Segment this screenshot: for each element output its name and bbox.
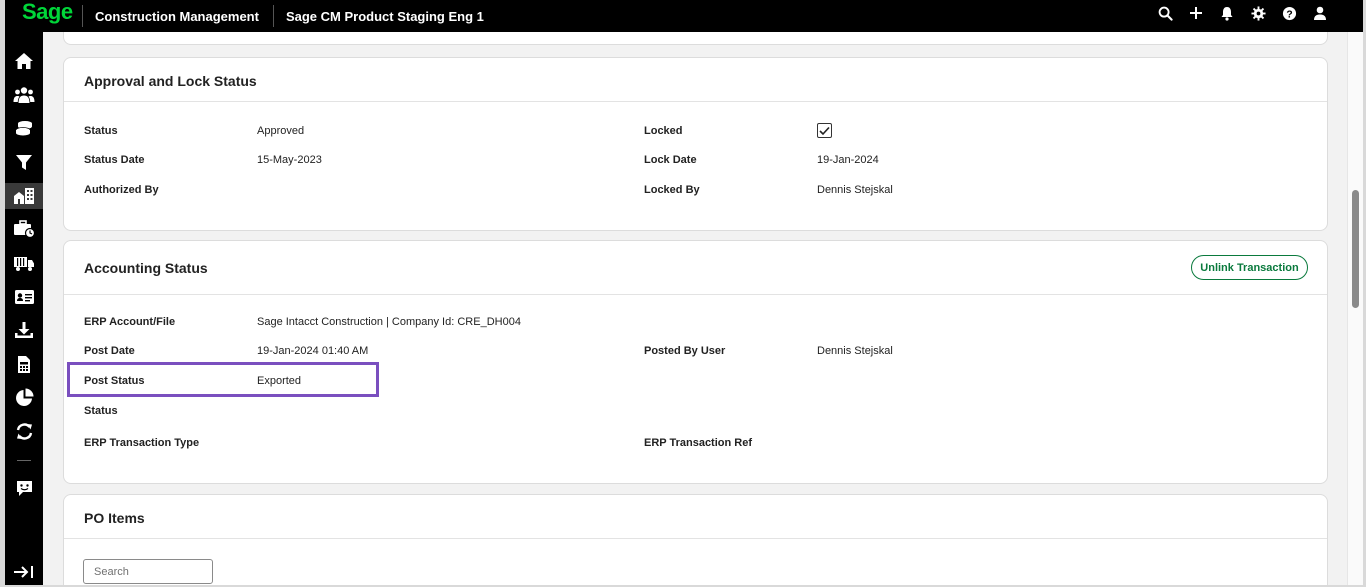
card-divider bbox=[64, 294, 1327, 295]
locked-label: Locked bbox=[644, 125, 683, 137]
post-date-label: Post Date bbox=[84, 345, 135, 357]
divider bbox=[82, 5, 83, 27]
locked-by-value: Dennis Stejskal bbox=[817, 184, 893, 196]
status-date-value: 15-May-2023 bbox=[257, 154, 322, 166]
home-icon[interactable] bbox=[5, 48, 43, 74]
locked-checkbox[interactable] bbox=[817, 123, 832, 138]
id-card-icon[interactable] bbox=[5, 284, 43, 310]
buildings-icon[interactable] bbox=[5, 183, 43, 209]
bell-icon[interactable] bbox=[1218, 4, 1236, 22]
erp-transaction-ref-label: ERP Transaction Ref bbox=[644, 437, 752, 449]
app-title[interactable]: Construction Management bbox=[95, 9, 259, 24]
gear-icon[interactable] bbox=[1249, 4, 1267, 22]
plus-icon[interactable] bbox=[1187, 4, 1205, 22]
company-name[interactable]: Sage CM Product Staging Eng 1 bbox=[286, 9, 484, 24]
sage-logo[interactable]: Sage bbox=[5, 1, 75, 23]
help-icon[interactable]: ? bbox=[1280, 4, 1298, 22]
locked-by-label: Locked By bbox=[644, 184, 700, 196]
approval-lock-card: Approval and Lock Status Status Approved… bbox=[63, 57, 1328, 231]
card-divider bbox=[64, 101, 1327, 102]
scroll-thumb[interactable] bbox=[1352, 190, 1359, 308]
expand-icon[interactable] bbox=[5, 559, 43, 585]
coins-icon[interactable] bbox=[5, 116, 43, 142]
scrollbar[interactable] bbox=[1347, 32, 1363, 585]
erp-transaction-type-label: ERP Transaction Type bbox=[84, 437, 200, 449]
feedback-icon[interactable] bbox=[5, 475, 43, 501]
search-input[interactable] bbox=[83, 559, 213, 584]
main-content: Approval and Lock Status Status Approved… bbox=[43, 32, 1347, 585]
briefcase-clock-icon[interactable] bbox=[5, 216, 43, 242]
calculator-icon[interactable] bbox=[5, 351, 43, 377]
svg-text:?: ? bbox=[1286, 9, 1292, 20]
people-icon[interactable] bbox=[5, 82, 43, 108]
previous-card bbox=[63, 32, 1328, 45]
card-title: PO Items bbox=[84, 510, 145, 526]
accounting-status-card: Accounting Status Unlink Transaction ERP… bbox=[63, 240, 1328, 484]
lock-date-label: Lock Date bbox=[644, 154, 697, 166]
user-icon[interactable] bbox=[1311, 4, 1329, 22]
divider bbox=[272, 5, 274, 27]
status-label: Status bbox=[84, 125, 118, 137]
search-icon[interactable] bbox=[1156, 4, 1174, 22]
posted-by-label: Posted By User bbox=[644, 345, 726, 357]
post-status-value: Exported bbox=[257, 375, 302, 387]
card-title: Approval and Lock Status bbox=[84, 73, 257, 89]
erp-account-value: Sage Intacct Construction | Company Id: … bbox=[257, 316, 521, 328]
status-label: Status bbox=[84, 405, 118, 417]
nav-divider bbox=[17, 460, 31, 461]
post-status-label: Post Status bbox=[84, 375, 145, 387]
sync-icon[interactable] bbox=[5, 418, 43, 444]
lock-date-value: 19-Jan-2024 bbox=[817, 154, 879, 166]
topbar-icons: ? bbox=[1156, 0, 1329, 26]
authorized-by-label: Authorized By bbox=[84, 184, 159, 196]
truck-icon[interactable] bbox=[5, 250, 43, 276]
filter-icon[interactable] bbox=[5, 149, 43, 175]
left-nav bbox=[5, 32, 43, 585]
top-bar: Sage Construction Management Sage CM Pro… bbox=[5, 0, 1363, 32]
card-divider bbox=[64, 538, 1327, 539]
posted-by-value: Dennis Stejskal bbox=[817, 345, 893, 357]
po-items-card: PO Items bbox=[63, 494, 1328, 585]
post-date-value: 19-Jan-2024 01:40 AM bbox=[257, 345, 369, 357]
erp-account-label: ERP Account/File bbox=[84, 316, 176, 328]
download-icon[interactable] bbox=[5, 317, 43, 343]
card-title: Accounting Status bbox=[84, 260, 208, 276]
status-date-label: Status Date bbox=[84, 154, 145, 166]
status-value: Approved bbox=[257, 125, 305, 137]
unlink-transaction-button[interactable]: Unlink Transaction bbox=[1191, 255, 1308, 280]
pie-chart-icon[interactable] bbox=[5, 384, 43, 410]
